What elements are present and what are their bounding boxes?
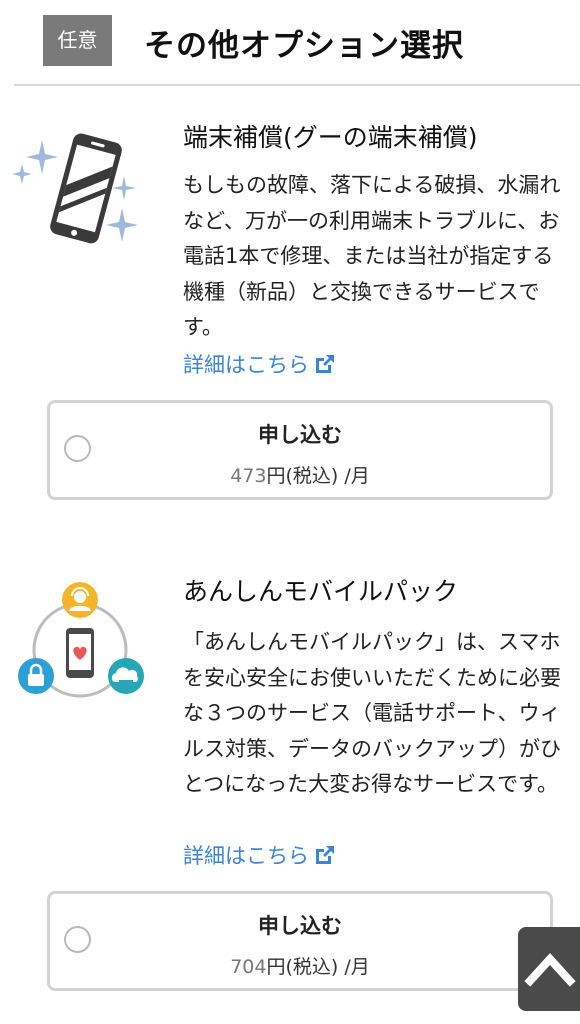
price-line: 473円(税込) /月	[50, 461, 550, 488]
detail-link[interactable]: 詳細はこちら	[183, 349, 337, 379]
mobile-pack-icon	[18, 582, 144, 698]
detail-link-label: 詳細はこちら	[183, 844, 309, 868]
apply-option-mobile-pack[interactable]: 申し込む 704円(税込) /月	[47, 891, 553, 991]
section-header: 任意 その他オプション選択	[0, 0, 580, 84]
service-title: 端末補償(グーの端末補償)	[183, 123, 478, 152]
price-line: 704円(税込) /月	[50, 952, 550, 979]
service-description: もしもの故障、落下による破損、水漏れなど、万が一の利用端末トラブルに、お電話1本…	[183, 173, 561, 339]
page-title: その他オプション選択	[144, 28, 464, 64]
price-amount: 473	[230, 465, 267, 487]
service-title: あんしんモバイルパック	[183, 577, 459, 606]
external-link-icon	[316, 355, 334, 373]
chevron-up-icon	[524, 953, 576, 987]
lock-icon	[18, 658, 54, 694]
apply-label: 申し込む	[258, 423, 342, 447]
price-suffix: 円(税込) /月	[266, 465, 370, 487]
sparkling-phone-icon	[12, 133, 138, 244]
detail-link[interactable]: 詳細はこちら	[183, 840, 337, 870]
price-amount: 704	[230, 956, 267, 978]
scroll-to-top-button[interactable]	[518, 927, 580, 1011]
external-link-icon	[316, 846, 334, 864]
apply-label: 申し込む	[258, 914, 342, 938]
price-suffix: 円(税込) /月	[266, 956, 370, 978]
divider	[14, 84, 580, 86]
support-icon	[62, 582, 98, 618]
apply-option-device-insurance[interactable]: 申し込む 473円(税込) /月	[47, 400, 553, 500]
optional-badge: 任意	[43, 15, 112, 66]
cloud-icon	[108, 658, 144, 694]
service-description: 「あんしんモバイルパック」は、スマホを安心安全にお使いいただくために必要な３つの…	[183, 630, 561, 796]
detail-link-label: 詳細はこちら	[183, 353, 309, 377]
